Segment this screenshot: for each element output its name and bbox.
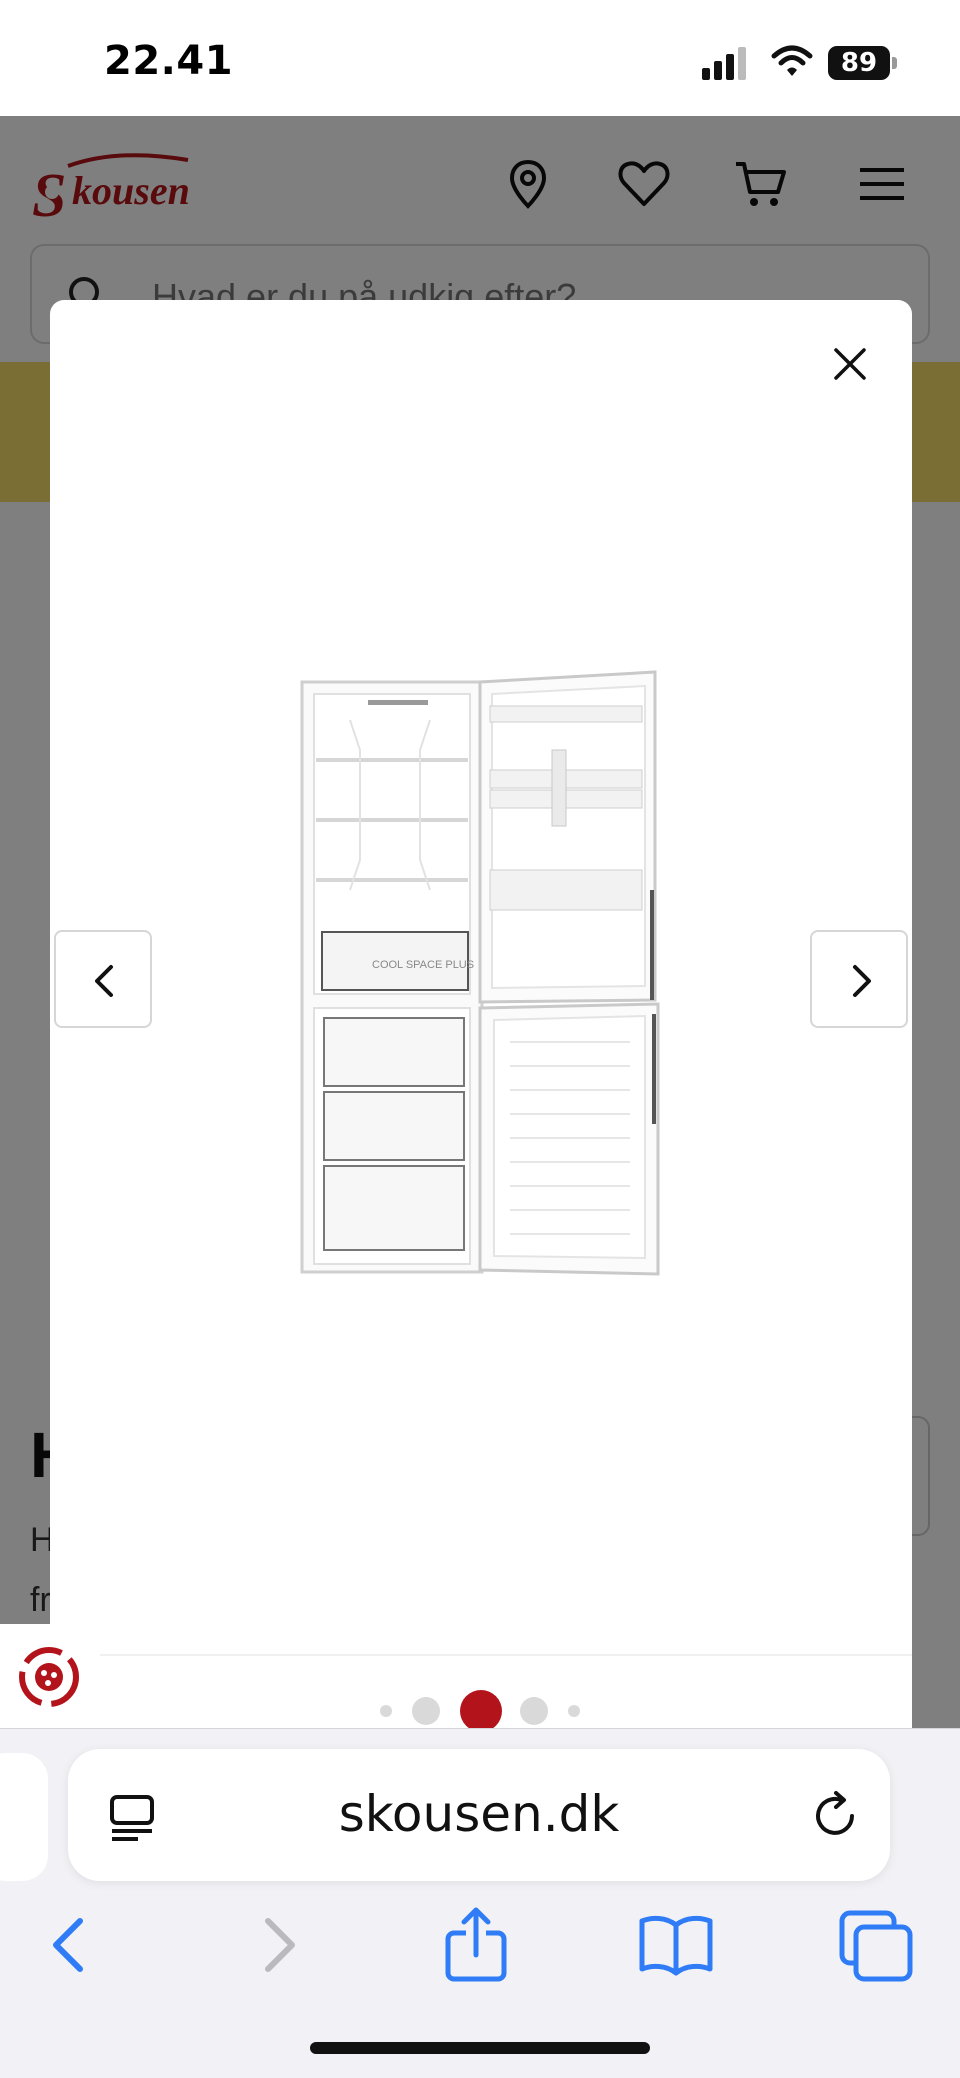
reload-icon[interactable] <box>808 1789 862 1843</box>
status-time: 22.41 <box>104 38 234 84</box>
carousel-dot-active[interactable] <box>460 1690 502 1732</box>
chevron-right-icon <box>853 965 871 997</box>
carousel-dot[interactable] <box>568 1705 580 1717</box>
share-icon[interactable] <box>436 1905 516 1985</box>
battery-icon: 89 <box>828 46 898 80</box>
image-lightbox: COOL SPACE PLUS <box>50 300 912 1740</box>
address-bar[interactable]: skousen.dk <box>68 1749 890 1881</box>
bookmarks-icon[interactable] <box>636 1905 716 1985</box>
next-image-button[interactable] <box>810 930 908 1028</box>
close-icon[interactable] <box>820 334 880 394</box>
status-bar: 22.41 89 <box>0 0 960 116</box>
forward-arrow-icon[interactable] <box>238 1905 318 1985</box>
drawer-label: COOL SPACE PLUS <box>372 959 474 971</box>
carousel-dot[interactable] <box>380 1705 392 1717</box>
browser-toolbar: skousen.dk <box>0 1728 960 2078</box>
home-indicator[interactable] <box>310 2042 650 2054</box>
cellular-signal-icon <box>702 47 746 80</box>
carousel-divider <box>50 1654 912 1656</box>
chat-widget-button[interactable] <box>0 1624 100 1728</box>
carousel-dots <box>50 1686 912 1734</box>
product-image-fridge: COOL SPACE PLUS <box>300 670 660 1276</box>
chat-widget-icon <box>19 1647 79 1707</box>
tabs-icon[interactable] <box>836 1905 916 1985</box>
previous-tab-peek[interactable] <box>0 1753 48 1881</box>
carousel-dot[interactable] <box>520 1697 548 1725</box>
chevron-left-icon <box>95 965 113 997</box>
back-arrow-icon[interactable] <box>30 1905 110 1985</box>
wifi-icon <box>771 45 813 76</box>
battery-level: 89 <box>828 46 890 80</box>
carousel-dot[interactable] <box>412 1697 440 1725</box>
url-text: skousen.dk <box>338 1785 620 1843</box>
previous-image-button[interactable] <box>54 930 152 1028</box>
